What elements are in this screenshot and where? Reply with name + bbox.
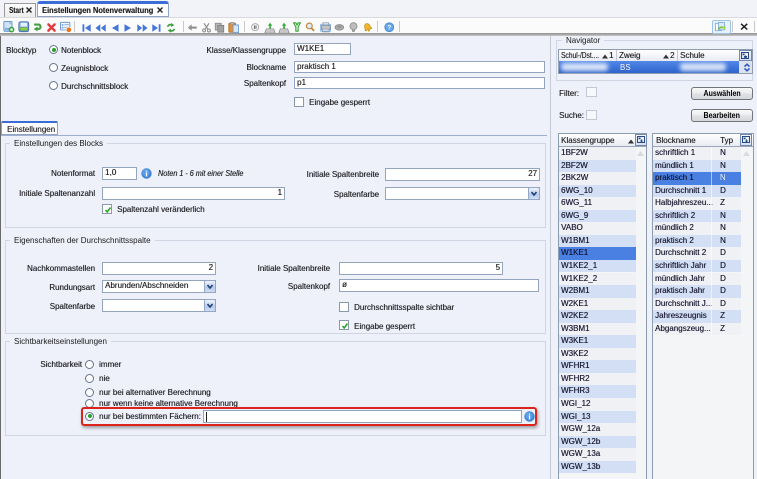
svg-text:?: ? — [387, 24, 391, 31]
